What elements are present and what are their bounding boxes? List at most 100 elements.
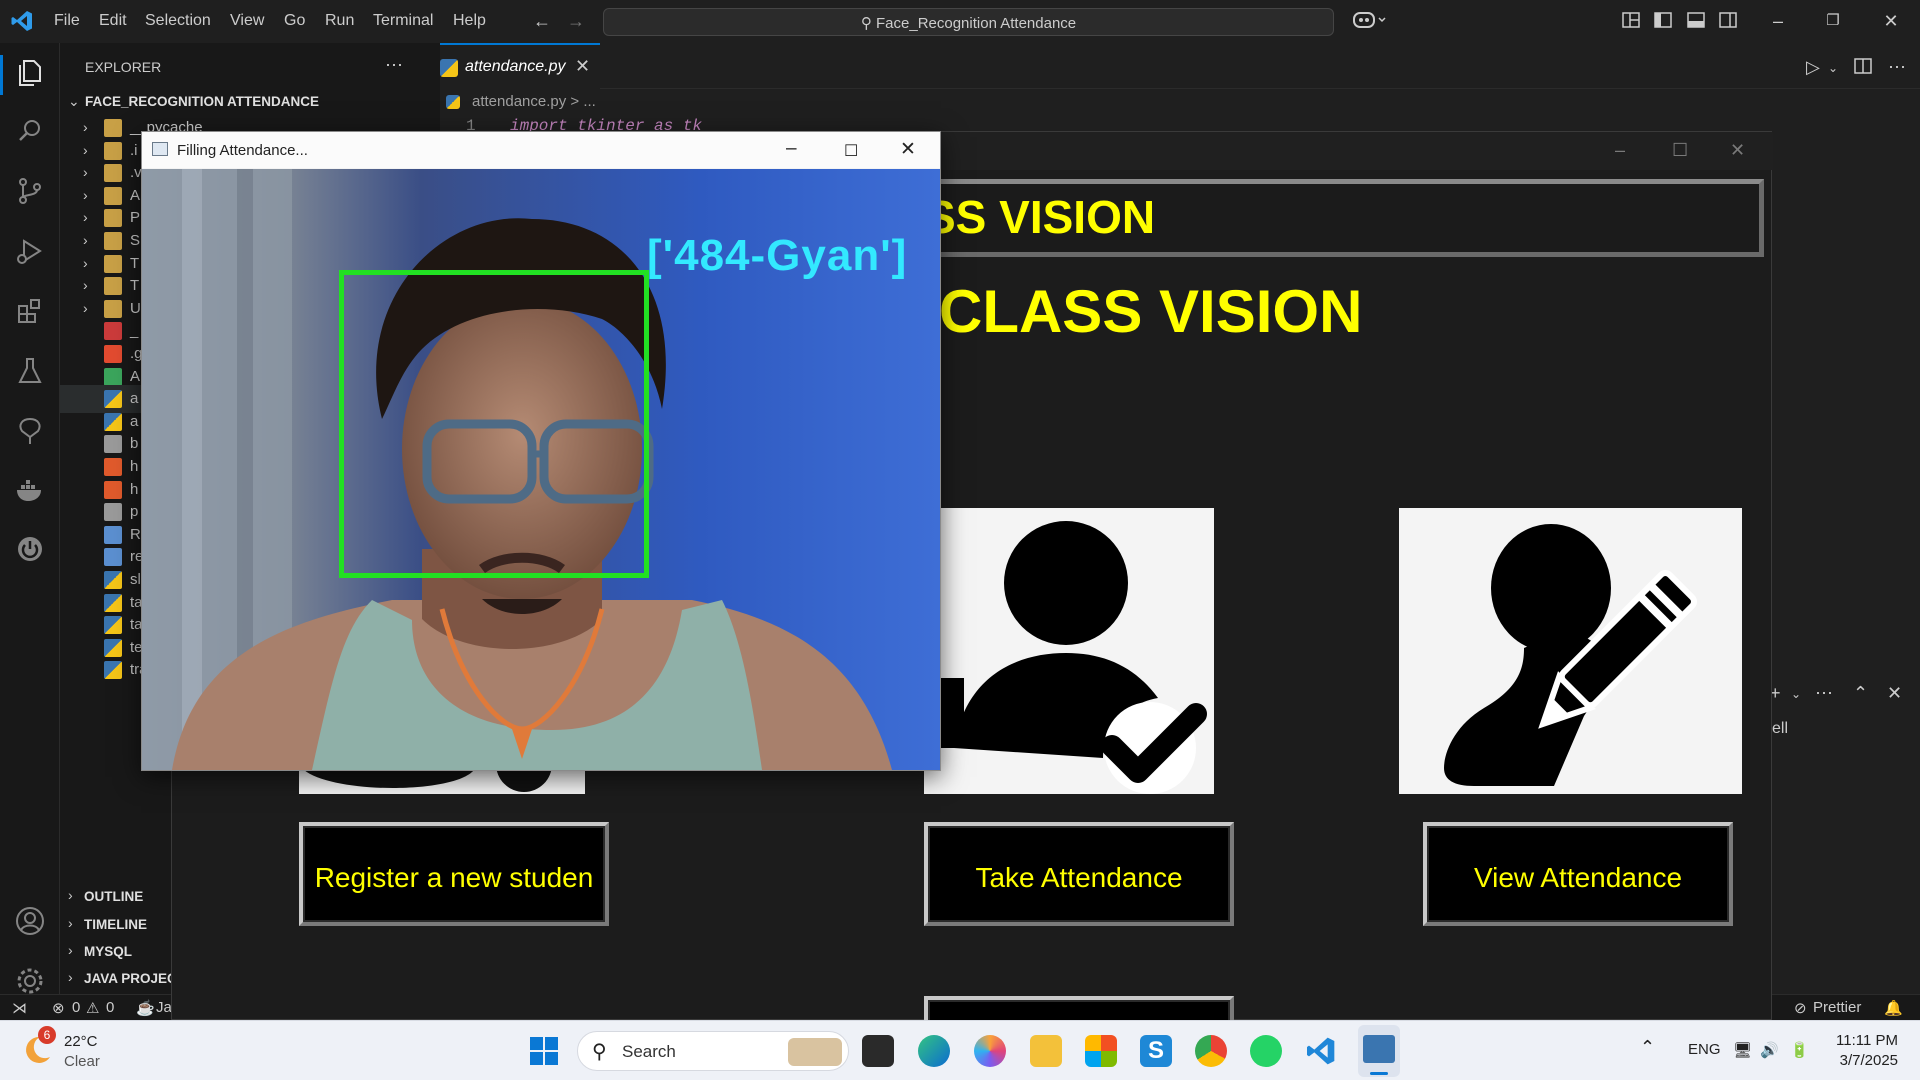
- run-debug-icon[interactable]: [12, 233, 48, 269]
- task-view-icon[interactable]: [862, 1035, 894, 1067]
- take-attendance-image[interactable]: [924, 508, 1214, 794]
- restore-icon[interactable]: ❐: [1822, 10, 1844, 32]
- search-highlight-image: [788, 1038, 842, 1066]
- testing-flask-icon[interactable]: [12, 353, 48, 389]
- more-actions-icon[interactable]: ⋯: [385, 55, 403, 76]
- java-status[interactable]: Ja: [156, 999, 172, 1016]
- system-clock[interactable]: 11:11 PM 3/7/2025: [1822, 1031, 1898, 1071]
- toggle-sidebar-icon[interactable]: [1652, 10, 1674, 32]
- chevron-right-icon: ›: [83, 164, 88, 181]
- panel-more-icon[interactable]: ⋯: [1815, 683, 1833, 704]
- network-icon[interactable]: 🖥: [1733, 1041, 1752, 1059]
- microsoft-store-icon[interactable]: [1085, 1035, 1117, 1067]
- filling-attendance-window: Filling Attendance... – ☐ ✕ ['484-Gyan']: [141, 131, 941, 771]
- close-icon[interactable]: ✕: [1730, 140, 1745, 161]
- tab-label: attendance.py: [465, 58, 566, 75]
- menu-help[interactable]: Help: [453, 12, 486, 30]
- tree-item-label: h: [130, 480, 139, 498]
- battery-icon[interactable]: 🔋: [1790, 1041, 1809, 1059]
- python-tk-taskbar-active[interactable]: [1358, 1025, 1400, 1077]
- folder-icon: [104, 186, 122, 205]
- menu-go[interactable]: Go: [284, 12, 305, 30]
- back-arrow-icon[interactable]: ←: [531, 10, 553, 32]
- file-text-icon: [104, 503, 122, 522]
- menu-selection[interactable]: Selection: [145, 12, 211, 30]
- remote-explorer-icon[interactable]: [12, 413, 48, 449]
- docker-icon[interactable]: [12, 473, 48, 509]
- chevron-down-icon[interactable]: ⌄: [68, 93, 80, 110]
- tab-attendance-py[interactable]: attendance.py ✕: [440, 43, 600, 89]
- volume-icon[interactable]: 🔊: [1760, 1041, 1779, 1059]
- breadcrumb[interactable]: attendance.py > ...: [472, 93, 596, 110]
- errors-icon: ⊗: [52, 1000, 65, 1017]
- notifications-bell-icon[interactable]: 🔔: [1884, 999, 1903, 1017]
- terminal-name[interactable]: ell: [1772, 720, 1788, 738]
- taskbar-search-box[interactable]: ⚲ Search: [577, 1031, 849, 1071]
- folder-icon: [104, 299, 122, 318]
- remote-indicator-icon[interactable]: ⋊: [12, 999, 27, 1017]
- command-center[interactable]: ⚲ Face_Recognition Attendance: [603, 8, 1334, 36]
- view-attendance-image[interactable]: [1399, 508, 1742, 794]
- minimize-icon[interactable]: –: [1767, 10, 1789, 32]
- editor-more-icon[interactable]: ⋯: [1888, 57, 1906, 78]
- file-py-icon: [104, 412, 122, 431]
- split-editor-icon[interactable]: [1854, 57, 1872, 80]
- warnings-count[interactable]: 0: [106, 999, 114, 1016]
- minimize-icon[interactable]: –: [1615, 140, 1625, 161]
- whatsapp-icon[interactable]: [1250, 1035, 1282, 1067]
- copilot-app-icon[interactable]: [974, 1035, 1006, 1067]
- errors-count[interactable]: 0: [72, 999, 80, 1016]
- python-window-icon: [1363, 1035, 1395, 1063]
- account-icon[interactable]: [12, 903, 48, 939]
- folder-icon: [104, 209, 122, 228]
- copilot-icon[interactable]: [1350, 10, 1390, 32]
- search-icon[interactable]: [12, 113, 48, 149]
- maximize-icon[interactable]: ☐: [1672, 140, 1688, 161]
- file-explorer-icon[interactable]: [1030, 1035, 1062, 1067]
- chevron-down-icon[interactable]: ⌄: [1791, 687, 1801, 701]
- s-app-icon[interactable]: S: [1140, 1035, 1172, 1067]
- maximize-panel-icon[interactable]: ⌃: [1853, 683, 1868, 704]
- menu-view[interactable]: View: [230, 12, 264, 30]
- source-control-icon[interactable]: [12, 173, 48, 209]
- forward-arrow-icon[interactable]: →: [565, 10, 587, 32]
- register-student-button[interactable]: Register a new studen: [299, 822, 609, 926]
- vscode-taskbar-icon[interactable]: [1305, 1035, 1337, 1067]
- active-app-indicator: [1370, 1072, 1388, 1075]
- menu-file[interactable]: File: [54, 12, 80, 30]
- minimize-icon[interactable]: –: [786, 138, 797, 160]
- chevron-right-icon: ›: [83, 254, 88, 271]
- chrome-icon[interactable]: [1195, 1035, 1227, 1067]
- chevron-down-icon[interactable]: ⌄: [1828, 61, 1838, 75]
- close-icon[interactable]: ✕: [1880, 10, 1902, 32]
- prettier-status[interactable]: Prettier: [1813, 999, 1861, 1016]
- chevron-right-icon: ›: [83, 277, 88, 294]
- windows-start-icon[interactable]: [528, 1035, 560, 1067]
- toggle-panel-icon[interactable]: [1685, 10, 1707, 32]
- file-md-icon: [104, 525, 122, 544]
- explorer-icon[interactable]: [12, 55, 48, 91]
- window-title: Filling Attendance...: [177, 142, 308, 159]
- language-indicator[interactable]: ENG: [1688, 1041, 1721, 1058]
- menu-edit[interactable]: Edit: [99, 12, 127, 30]
- menu-terminal[interactable]: Terminal: [373, 12, 433, 30]
- workspace-root[interactable]: FACE_RECOGNITION ATTENDANCE: [85, 94, 319, 109]
- layout-customize-icon[interactable]: [1620, 10, 1642, 32]
- run-python-icon[interactable]: ▷: [1806, 57, 1820, 78]
- folder-icon: [104, 164, 122, 183]
- prettier-icon: ⊘: [1794, 1000, 1807, 1017]
- close-icon[interactable]: ✕: [900, 138, 916, 161]
- tab-close-icon[interactable]: ✕: [575, 56, 590, 77]
- tray-chevron-up-icon[interactable]: ⌃: [1640, 1037, 1655, 1058]
- toggle-secondary-sidebar-icon[interactable]: [1717, 10, 1739, 32]
- take-attendance-button[interactable]: Take Attendance: [924, 822, 1234, 926]
- view-attendance-button[interactable]: View Attendance: [1423, 822, 1733, 926]
- weather-condition[interactable]: Clear: [64, 1053, 100, 1070]
- close-panel-icon[interactable]: ✕: [1887, 683, 1902, 704]
- extensions-icon[interactable]: [12, 293, 48, 329]
- weather-temperature[interactable]: 22°C: [64, 1033, 98, 1050]
- menu-run[interactable]: Run: [325, 12, 354, 30]
- edge-browser-icon[interactable]: [918, 1035, 950, 1067]
- power-icon[interactable]: [12, 531, 48, 567]
- maximize-icon[interactable]: ☐: [844, 141, 858, 161]
